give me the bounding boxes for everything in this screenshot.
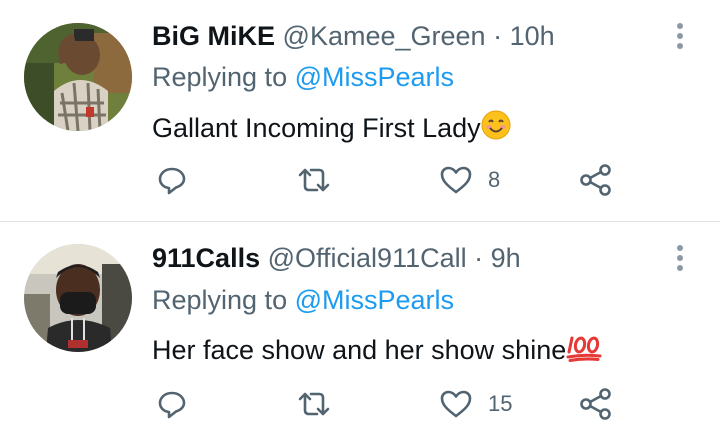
mention-link[interactable]: @MissPearls (295, 285, 454, 315)
retweet-button[interactable] (296, 384, 332, 424)
like-button[interactable]: 15 (438, 384, 512, 424)
timestamp[interactable]: 9h (491, 243, 521, 273)
reply-button[interactable] (154, 384, 190, 424)
avatar[interactable] (24, 244, 132, 352)
timestamp[interactable]: 10h (510, 21, 555, 51)
smiling-face-emoji (481, 110, 511, 140)
reply-icon (158, 391, 186, 419)
tweet-text-content: Gallant Incoming First Lady (152, 113, 481, 143)
share-icon (580, 164, 611, 196)
more-options-icon[interactable] (668, 243, 692, 273)
replying-to-label: Replying to (152, 62, 288, 92)
tweet[interactable]: BiG MiKE @Kamee_Green · 10h Replying to … (0, 0, 720, 222)
share-button[interactable] (578, 384, 614, 424)
separator-dot: · (474, 243, 484, 273)
tweet-text: Her face show and her show shine (152, 332, 602, 365)
tweet-header: 911Calls @Official911Call · 9h (152, 243, 521, 273)
heart-icon (440, 390, 472, 418)
mention-link[interactable]: @MissPearls (295, 62, 454, 92)
tweet[interactable]: 911Calls @Official911Call · 9h Replying … (0, 222, 720, 435)
share-button[interactable] (578, 160, 614, 200)
replying-to-line: Replying to @MissPearls (152, 285, 454, 315)
display-name[interactable]: BiG MiKE (152, 21, 275, 51)
retweet-icon (298, 392, 330, 416)
replying-to-line: Replying to @MissPearls (152, 62, 454, 92)
user-handle[interactable]: @Official911Call (268, 243, 467, 273)
reply-icon (158, 167, 186, 195)
heart-icon (440, 166, 472, 194)
user-handle[interactable]: @Kamee_Green (283, 21, 486, 51)
separator-dot: · (493, 21, 503, 51)
avatar[interactable] (24, 23, 132, 131)
tweet-text: Gallant Incoming First Lady (152, 110, 511, 143)
like-count: 8 (488, 167, 501, 192)
more-options-icon[interactable] (668, 21, 692, 51)
like-count: 15 (488, 391, 513, 416)
share-icon (580, 388, 611, 420)
reply-button[interactable] (154, 160, 190, 200)
replying-to-label: Replying to (152, 285, 288, 315)
retweet-icon (298, 168, 330, 192)
tweet-header: BiG MiKE @Kamee_Green · 10h (152, 21, 555, 51)
tweet-text-content: Her face show and her show shine (152, 335, 567, 365)
hundred-points-emoji (566, 336, 602, 362)
like-button[interactable]: 8 (438, 160, 500, 200)
tweet-actions: 8 (152, 160, 672, 200)
tweet-actions: 15 (152, 384, 672, 424)
display-name[interactable]: 911Calls (152, 243, 260, 273)
retweet-button[interactable] (296, 160, 332, 200)
